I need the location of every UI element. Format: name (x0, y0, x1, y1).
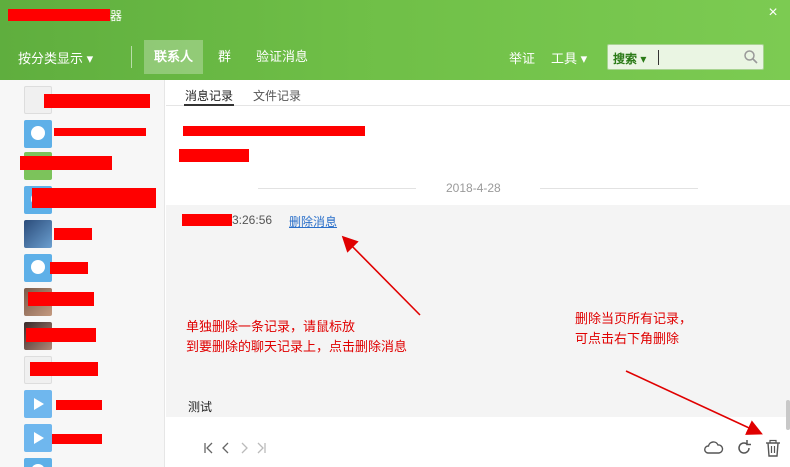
annotation-arrows (341, 235, 763, 435)
arrow-to-delete-message (341, 235, 421, 316)
arrow-to-trash-icon (625, 370, 763, 435)
